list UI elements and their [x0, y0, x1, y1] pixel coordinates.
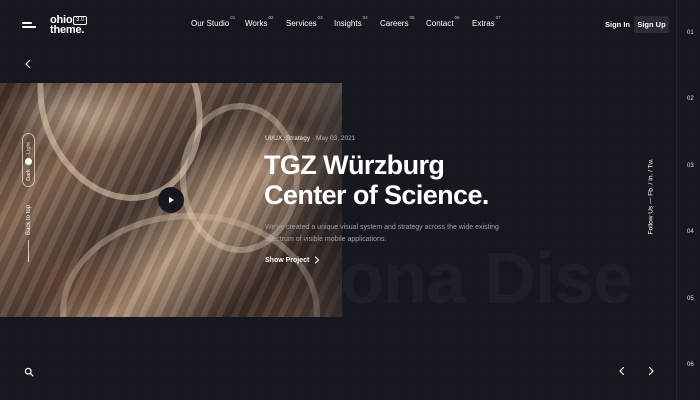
- nav-item-label: Services: [286, 19, 317, 28]
- nav-item-works[interactable]: Works 02: [245, 15, 274, 28]
- project-description: We've created a unique visual system and…: [265, 222, 525, 246]
- sign-in-link[interactable]: Sign In: [605, 20, 630, 29]
- nav-item-label: Works: [245, 19, 268, 28]
- slide-number-03[interactable]: 03: [687, 163, 694, 169]
- toggle-knob: [25, 158, 32, 165]
- nav-item-careers[interactable]: Careers 05: [380, 15, 414, 28]
- project-title-line1: TGZ Würzburg: [264, 150, 445, 180]
- slide-number-06[interactable]: 06: [687, 362, 694, 368]
- play-icon: [169, 197, 174, 203]
- chevron-right-icon: [315, 256, 320, 264]
- play-button[interactable]: [158, 187, 184, 213]
- slide-number-01[interactable]: 01: [687, 30, 694, 36]
- nav-item-number: 07: [495, 15, 501, 20]
- nav-item-number: 06: [454, 15, 460, 20]
- background-watermark: ona Dise: [340, 238, 632, 320]
- search-icon[interactable]: [24, 367, 34, 377]
- toggle-light-label: Light: [25, 142, 32, 154]
- project-category: UI/UX, Strategy: [265, 135, 311, 142]
- logo-line2: theme.: [50, 24, 85, 36]
- toggle-dark-label: Dark: [25, 169, 32, 181]
- nav-item-label: Contact: [426, 19, 454, 28]
- nav-item-label: Insights: [334, 19, 362, 28]
- project-title-line2: Center of Science.: [264, 180, 489, 210]
- nav-item-label: Careers: [380, 19, 409, 28]
- nav-item-number: 03: [317, 15, 323, 20]
- slide-number-04[interactable]: 04: [687, 229, 694, 235]
- slide-rail: [676, 0, 700, 400]
- show-project-label: Show Project: [265, 256, 310, 264]
- logo[interactable]: ohio 3.0 theme.: [50, 15, 96, 37]
- chevron-left-icon[interactable]: [23, 59, 33, 69]
- project-meta: UI/UX, Strategy · May 03, 2021: [265, 135, 356, 142]
- nav-item-services[interactable]: Services 03: [286, 15, 323, 28]
- chevron-right-icon[interactable]: [646, 366, 656, 376]
- project-description-line1: We've created a unique visual system and…: [265, 224, 499, 231]
- nav-item-our-studio[interactable]: Our Studio 01: [191, 15, 235, 28]
- nav-item-label: Our Studio: [191, 19, 230, 28]
- nav-item-number: 02: [268, 15, 274, 20]
- back-to-top-label: Back to top: [26, 204, 32, 236]
- social-links-label: Follow Us — Fb. / In. / Tw.: [647, 158, 655, 235]
- back-to-top-link[interactable]: Back to top: [24, 195, 34, 265]
- social-links[interactable]: Follow Us — Fb. / In. / Tw.: [644, 148, 658, 243]
- nav-item-contact[interactable]: Contact 06: [426, 15, 460, 28]
- nav-item-number: 05: [409, 15, 415, 20]
- dark-light-toggle[interactable]: Light Dark: [22, 133, 35, 187]
- sign-up-button[interactable]: Sign Up: [634, 16, 669, 33]
- project-title: TGZ Würzburg Center of Science.: [264, 150, 594, 210]
- chevron-left-icon[interactable]: [617, 366, 627, 376]
- slide-number-05[interactable]: 05: [687, 296, 694, 302]
- slide-number-02[interactable]: 02: [687, 96, 694, 102]
- nav-item-number: 04: [362, 15, 368, 20]
- page: ona Dise ohio 3.0 theme. Our Studio 01 W…: [0, 0, 700, 400]
- back-to-top-line: [28, 240, 29, 262]
- show-project-link[interactable]: Show Project: [265, 256, 320, 264]
- sign-up-label: Sign Up: [637, 20, 666, 29]
- nav-item-number: 01: [230, 15, 236, 20]
- menu-icon[interactable]: [22, 20, 36, 30]
- nav-item-insights[interactable]: Insights 04: [334, 15, 368, 28]
- nav-item-extras[interactable]: Extras 07: [472, 15, 501, 28]
- nav-item-label: Extras: [472, 19, 495, 28]
- project-date: May 03, 2021: [315, 135, 356, 142]
- project-description-line2: spectrum of visible mobile applications.: [265, 236, 387, 243]
